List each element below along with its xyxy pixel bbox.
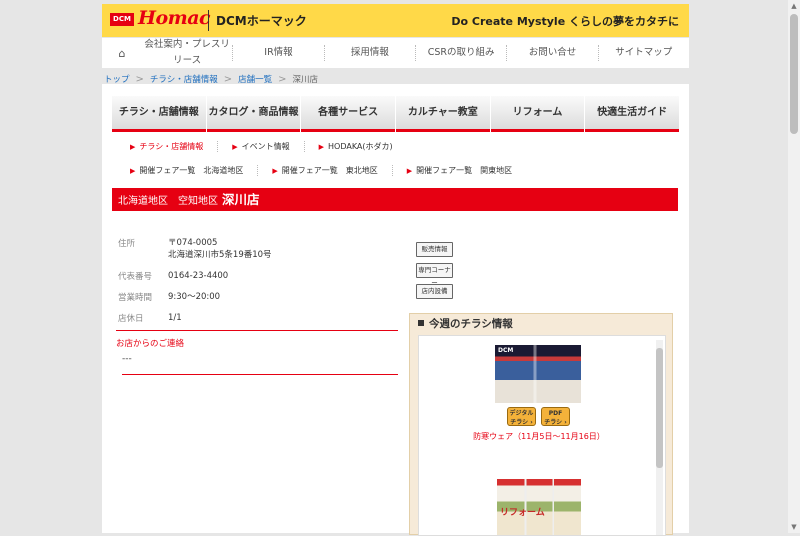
flyer-heading: 今週のチラシ情報 bbox=[410, 314, 672, 334]
nav-sitemap[interactable]: サイトマップ bbox=[597, 45, 689, 61]
flyer-list: DCM デジタルチラシ › PDF チラシ › 防寒ウェア（11月5日～11月16… bbox=[418, 335, 666, 536]
side-buttons: 販売情報 専門コーナー 店内設備 bbox=[416, 242, 453, 305]
address-label: 住所 bbox=[118, 239, 136, 249]
arrow-right-icon: ▶ bbox=[318, 143, 325, 151]
info-row-address: 住所 〒074-0005 北海道深川市5条19番10号 bbox=[118, 237, 272, 261]
sales-info-button[interactable]: 販売情報 bbox=[416, 242, 453, 257]
subnav-fair-hokkaido[interactable]: ▶ 開催フェア一覧 北海道地区 bbox=[130, 165, 259, 176]
info-row-phone: 代表番号 0164-23-4400 bbox=[118, 270, 272, 282]
category-nav: チラシ・店舗情報 カタログ・商品情報 各種サービス カルチャー教室 リフォーム … bbox=[112, 96, 680, 132]
arrow-right-icon: ▶ bbox=[272, 167, 278, 175]
postal-code: 〒074-0005 bbox=[168, 238, 218, 248]
breadcrumb-sep-icon: > bbox=[223, 73, 233, 85]
closed-value: 1/1 bbox=[168, 313, 182, 323]
page-scrollbar[interactable]: ▲ ▼ bbox=[788, 0, 800, 533]
tab-flyer-store[interactable]: チラシ・店舗情報 bbox=[112, 96, 206, 132]
store-region: 北海道地区 空知地区 bbox=[118, 196, 218, 207]
store-notice: お店からのご連絡 --- bbox=[116, 330, 398, 375]
arrow-right-icon: ▶ bbox=[130, 167, 136, 175]
home-icon[interactable]: ⌂ bbox=[102, 47, 142, 60]
store-info: 住所 〒074-0005 北海道深川市5条19番10号 代表番号 0164-23… bbox=[118, 237, 272, 333]
hours-value: 9:30～20:00 bbox=[168, 292, 221, 302]
pdf-btn-line2: チラシ › bbox=[544, 419, 567, 426]
weekly-flyer-panel: 今週のチラシ情報 DCM デジタルチラシ › PDF チラシ › 防寒ウェア（11… bbox=[409, 313, 673, 536]
address-text: 北海道深川市5条19番10号 bbox=[168, 250, 272, 260]
flyer-title: 今週のチラシ情報 bbox=[429, 318, 513, 330]
phone-value: 0164-23-4400 bbox=[168, 271, 229, 281]
store-facilities-button[interactable]: 店内設備 bbox=[416, 284, 453, 299]
sub-nav-primary: ▶ チラシ・店舗情報 ▶ イベント情報 ▶ HODAKA(ホダカ) bbox=[130, 141, 421, 152]
specialty-corner-button[interactable]: 専門コーナー bbox=[416, 263, 453, 287]
global-nav: ⌂ 会社案内・プレスリリース IR情報 採用情報 CSRの取り組み お問い合せ … bbox=[102, 38, 689, 68]
digital-btn-line1: デジタル bbox=[509, 410, 534, 417]
digital-flyer-button[interactable]: デジタルチラシ › bbox=[507, 407, 536, 426]
info-row-closed: 店休日 1/1 bbox=[118, 312, 272, 324]
notice-body: --- bbox=[122, 354, 398, 375]
subnav-label: イベント情報 bbox=[241, 142, 290, 151]
arrow-right-icon: ▶ bbox=[406, 167, 413, 175]
store-title-bar: 北海道地区 空知地区 深川店 bbox=[112, 188, 678, 211]
main-panel: チラシ・店舗情報 カタログ・商品情報 各種サービス カルチャー教室 リフォーム … bbox=[102, 84, 689, 536]
flyer-scrollbar-thumb[interactable] bbox=[656, 348, 663, 468]
arrow-right-icon: ▶ bbox=[130, 143, 136, 151]
nav-ir[interactable]: IR情報 bbox=[232, 45, 323, 61]
arrow-right-icon: ▶ bbox=[232, 143, 238, 151]
tab-services[interactable]: 各種サービス bbox=[301, 96, 396, 132]
flyer-thumb-label: リフォーム bbox=[500, 508, 545, 518]
scroll-down-arrow-icon[interactable]: ▼ bbox=[788, 521, 800, 533]
nav-recruit[interactable]: 採用情報 bbox=[323, 45, 415, 61]
tab-reform[interactable]: リフォーム bbox=[490, 96, 585, 132]
subnav-fair-tohoku[interactable]: ▶ 開催フェア一覧 東北地区 bbox=[272, 165, 393, 176]
flyer-caption[interactable]: 防寒ウェア（11月5日～11月16日） bbox=[419, 431, 659, 442]
nav-contact[interactable]: お問い合せ bbox=[506, 45, 597, 61]
nav-csr[interactable]: CSRの取り組み bbox=[414, 45, 506, 61]
address-value: 〒074-0005 北海道深川市5条19番10号 bbox=[168, 237, 272, 261]
subnav-label: 開催フェア一覧 北海道地区 bbox=[139, 166, 244, 175]
header-wrap: DCM Homac DCMホーマック Do Create Mystyle くらし… bbox=[102, 4, 689, 90]
tab-catalog[interactable]: カタログ・商品情報 bbox=[206, 96, 301, 132]
nav-company[interactable]: 会社案内・プレスリリース bbox=[142, 37, 232, 69]
subnav-label: チラシ・店舗情報 bbox=[139, 142, 204, 151]
hours-label: 営業時間 bbox=[118, 293, 153, 303]
closed-label: 店休日 bbox=[118, 314, 144, 324]
breadcrumb-sep-icon: > bbox=[135, 73, 144, 85]
digital-btn-line2: チラシ › bbox=[510, 419, 533, 426]
subnav-label: 開催フェア一覧 東北地区 bbox=[281, 166, 378, 175]
tab-culture[interactable]: カルチャー教室 bbox=[396, 96, 490, 132]
flyer-thumb-label: DCM bbox=[498, 347, 514, 354]
breadcrumb-sep-icon: > bbox=[278, 73, 287, 85]
pdf-btn-line1: PDF bbox=[548, 410, 563, 417]
flyer-thumbnail[interactable]: DCM bbox=[495, 345, 581, 403]
subnav-events[interactable]: ▶ イベント情報 bbox=[232, 141, 305, 152]
brand-bar: DCM Homac DCMホーマック Do Create Mystyle くらし… bbox=[102, 4, 689, 37]
flyer-thumbnail-reform[interactable]: リフォーム bbox=[497, 479, 581, 535]
store-name: 深川店 bbox=[222, 192, 260, 207]
tagline: Do Create Mystyle くらしの夢をカタチに bbox=[451, 15, 679, 28]
logo-divider bbox=[208, 10, 209, 31]
grid-icon bbox=[418, 320, 424, 326]
pdf-flyer-button[interactable]: PDF チラシ › bbox=[541, 407, 570, 426]
notice-title: お店からのご連絡 bbox=[116, 339, 185, 349]
tab-guide[interactable]: 快適生活ガイド bbox=[585, 96, 680, 132]
flyer-scrollbar[interactable] bbox=[656, 340, 663, 535]
subnav-label: 開催フェア一覧 関東地区 bbox=[416, 166, 513, 175]
info-row-hours: 営業時間 9:30～20:00 bbox=[118, 291, 272, 303]
sub-nav-fairs: ▶ 開催フェア一覧 北海道地区 ▶ 開催フェア一覧 東北地区 ▶ 開催フェア一覧 関東… bbox=[130, 165, 540, 176]
subnav-hodaka[interactable]: ▶ HODAKA(ホダカ) bbox=[319, 141, 407, 152]
dcm-homac-wordmark: DCMホーマック bbox=[216, 14, 307, 28]
dcm-logo[interactable]: DCM bbox=[110, 13, 134, 26]
subnav-flyer-store[interactable]: ▶ チラシ・店舗情報 bbox=[130, 141, 219, 152]
phone-label: 代表番号 bbox=[118, 272, 153, 282]
scroll-up-arrow-icon[interactable]: ▲ bbox=[788, 0, 800, 12]
homac-logo[interactable]: Homac bbox=[138, 7, 211, 29]
subnav-label: HODAKA(ホダカ) bbox=[328, 142, 393, 151]
subnav-fair-kanto[interactable]: ▶ 開催フェア一覧 関東地区 bbox=[407, 165, 526, 176]
scrollbar-thumb[interactable] bbox=[790, 14, 798, 134]
